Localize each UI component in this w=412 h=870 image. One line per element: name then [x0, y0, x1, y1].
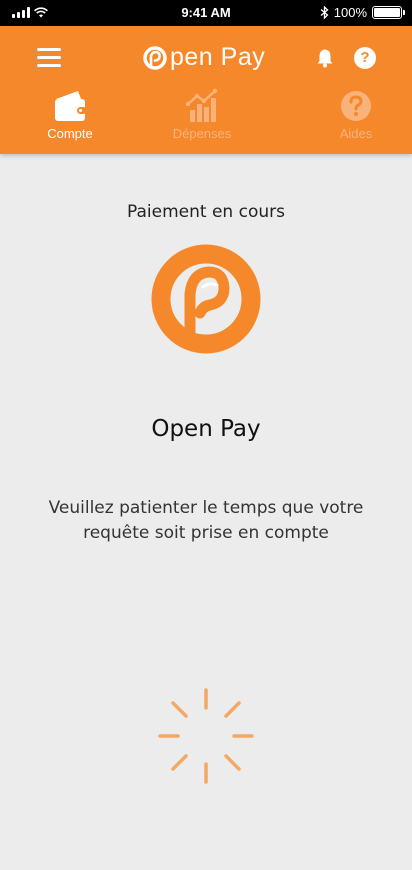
battery-icon — [372, 6, 405, 19]
bar-chart-icon — [185, 88, 218, 122]
tab-bar: Compte Dépenses Aides — [0, 88, 412, 148]
app-name: Open Pay — [151, 416, 261, 442]
tab-aides[interactable]: Aides — [301, 88, 411, 141]
bluetooth-icon — [320, 6, 329, 19]
bell-icon[interactable] — [316, 48, 334, 68]
tab-compte-label: Compte — [47, 126, 93, 141]
help-circle-icon — [341, 91, 371, 121]
wallet-icon — [55, 91, 87, 121]
tab-depenses-label: Dépenses — [172, 126, 232, 141]
status-right: 100% — [320, 5, 405, 20]
open-pay-logo — [143, 45, 167, 70]
status-bar: 9:41 AM 100% — [0, 0, 412, 26]
open-pay-logo-large — [151, 244, 261, 354]
tab-aides-label: Aides — [339, 126, 373, 141]
tab-compte[interactable]: Compte — [15, 88, 125, 141]
brand-name: pen Pay — [170, 43, 266, 71]
help-icon[interactable]: ? — [354, 47, 376, 69]
app-header: pen Pay ? Compte Dépenses Aides — [0, 26, 412, 154]
battery-percent: 100% — [333, 5, 367, 20]
page-title: Paiement en cours — [127, 202, 285, 222]
waiting-message: Veuillez patienter le temps que votre re… — [48, 498, 364, 543]
tab-depenses[interactable]: Dépenses — [147, 88, 257, 141]
brand: pen Pay — [142, 43, 265, 72]
loading-spinner-icon — [158, 688, 254, 784]
menu-icon[interactable] — [37, 48, 61, 68]
